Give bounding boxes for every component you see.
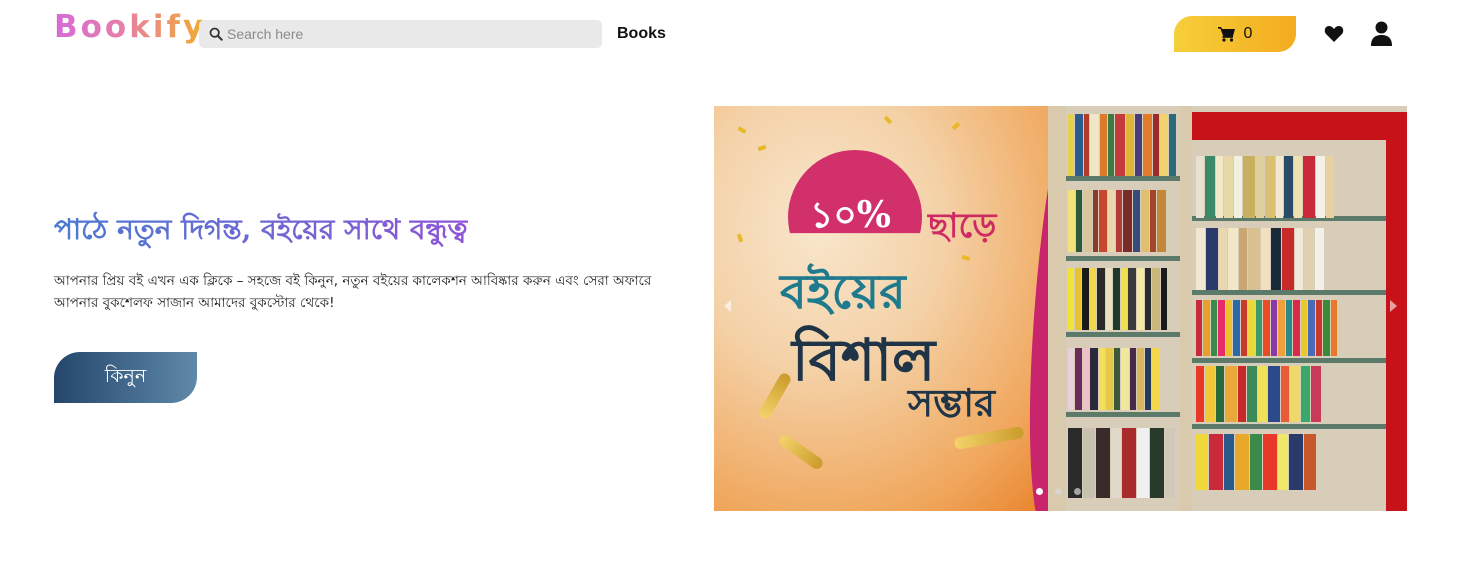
confetti	[737, 126, 747, 134]
shelf-frame	[1048, 106, 1066, 511]
heart-icon[interactable]	[1324, 24, 1344, 44]
shelf-frame	[1386, 136, 1407, 511]
hero-description: আপনার প্রিয় বই এখন এক ক্লিকে – সহজে বই …	[54, 273, 652, 311]
confetti	[757, 144, 767, 152]
carousel-dot[interactable]	[1074, 488, 1081, 495]
shelf-frame	[1180, 106, 1192, 511]
shelf-frame	[1192, 112, 1407, 140]
shelf-board	[1192, 358, 1386, 363]
book-row	[1196, 228, 1384, 290]
confetti	[951, 121, 961, 131]
hero-title: পাঠে নতুন দিগন্ত, বইয়ের সাথে বন্ধুত্ব	[54, 210, 468, 250]
book-row	[1068, 428, 1178, 498]
shelf-board	[1066, 176, 1180, 181]
hero-carousel[interactable]: ১০% ছাড়ে বইয়ের বিশাল সম্ভার	[714, 106, 1407, 511]
ribbon	[757, 371, 793, 421]
search-bar[interactable]	[199, 20, 602, 48]
search-icon	[209, 27, 223, 41]
book-row	[1196, 300, 1384, 356]
discount-text: ১০%	[810, 194, 891, 236]
carousel-dot[interactable]	[1055, 488, 1062, 495]
shopping-cart-icon	[1217, 27, 1235, 42]
shelf-board	[1066, 332, 1180, 337]
carousel-prev-icon[interactable]	[724, 300, 731, 312]
carousel-indicators	[1036, 488, 1081, 495]
banner-promo-panel: ১০% ছাড়ে বইয়ের বিশাল সম্ভার	[714, 106, 1106, 511]
book-row	[1068, 268, 1178, 330]
carousel-next-icon[interactable]	[1390, 300, 1397, 312]
nav-link-books[interactable]: Books	[617, 24, 666, 44]
book-row	[1196, 434, 1384, 490]
bookshelf-photo	[1048, 106, 1407, 511]
user-icon[interactable]	[1371, 21, 1392, 46]
shelf-board	[1192, 290, 1386, 295]
shelf-board	[1192, 424, 1386, 429]
book-row	[1196, 366, 1384, 422]
discount-word: ছাড়ে	[928, 206, 997, 246]
book-row	[1196, 156, 1384, 218]
brand-logo[interactable]: Bookify	[54, 8, 206, 46]
confetti	[883, 115, 893, 125]
book-row	[1068, 190, 1178, 252]
book-row	[1068, 114, 1178, 176]
ribbon	[777, 432, 825, 472]
book-row	[1068, 348, 1178, 410]
buy-button[interactable]: কিনুন	[54, 352, 197, 403]
cart-button[interactable]: 0	[1174, 16, 1296, 52]
shelf-board	[1066, 412, 1180, 417]
banner-line-3: সম্ভার	[908, 380, 996, 425]
confetti	[736, 233, 744, 243]
cart-count: 0	[1243, 25, 1253, 42]
shelf-board	[1066, 256, 1180, 261]
search-input[interactable]	[227, 26, 587, 42]
carousel-dot[interactable]	[1036, 488, 1043, 495]
